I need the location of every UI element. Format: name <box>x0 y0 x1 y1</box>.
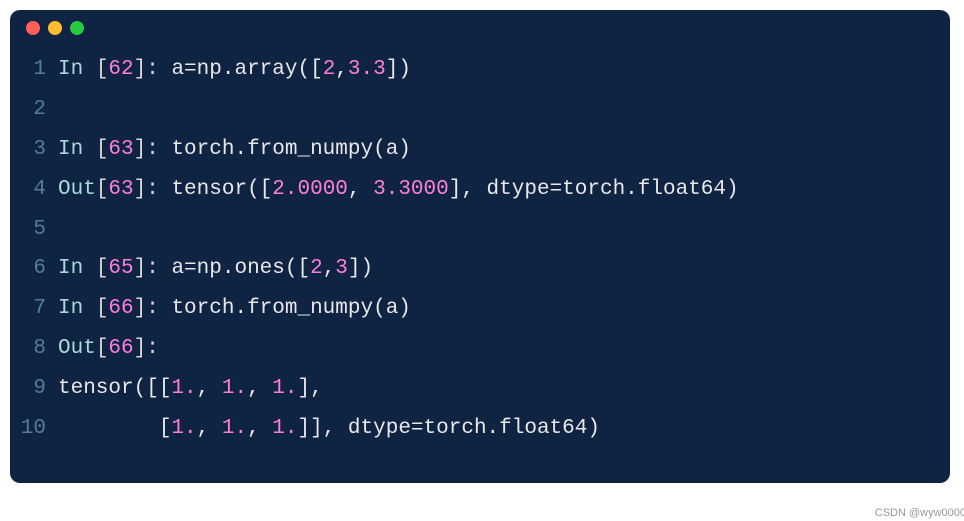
code-content: In [66]: torch.from_numpy(a) <box>58 289 930 329</box>
code-content: In [65]: a=np.ones([2,3]) <box>58 249 930 289</box>
code-line: 10 [1., 1., 1.]], dtype=torch.float64) <box>10 409 930 449</box>
line-number: 8 <box>10 329 58 369</box>
token: 2.0000 <box>272 178 348 201</box>
token: [ <box>96 178 109 201</box>
token: tensor([ <box>171 178 272 201</box>
token: [ <box>96 138 109 161</box>
token: tensor([[ <box>58 377 171 400</box>
close-icon[interactable] <box>26 21 40 35</box>
token: ], <box>298 377 323 400</box>
token: ]: <box>134 178 172 201</box>
code-content <box>58 90 930 130</box>
token: [ <box>96 257 109 280</box>
token: 3.3 <box>348 58 386 81</box>
token: ]: <box>134 58 172 81</box>
token: In <box>58 58 96 81</box>
line-number: 7 <box>10 289 58 329</box>
token: 1. <box>272 377 297 400</box>
line-number: 4 <box>10 170 58 210</box>
code-line: 5 <box>10 210 930 250</box>
watermark: CSDN @wyw0000 <box>875 507 964 519</box>
token: 1. <box>171 377 196 400</box>
token: ]) <box>348 257 373 280</box>
token: In <box>58 297 96 320</box>
token: 3 <box>335 257 348 280</box>
line-number: 10 <box>10 409 58 449</box>
token: , <box>247 377 272 400</box>
token: 66 <box>108 297 133 320</box>
minimize-icon[interactable] <box>48 21 62 35</box>
token: 1. <box>171 417 196 440</box>
token: 3.3000 <box>373 178 449 201</box>
token: ]], dtype=torch.float64) <box>298 417 600 440</box>
code-line: 7In [66]: torch.from_numpy(a) <box>10 289 930 329</box>
token: torch.from_numpy(a) <box>171 138 410 161</box>
code-line: 3In [63]: torch.from_numpy(a) <box>10 130 930 170</box>
line-number: 3 <box>10 130 58 170</box>
code-line: 2 <box>10 90 930 130</box>
token: 65 <box>108 257 133 280</box>
token: 66 <box>108 337 133 360</box>
token: , <box>247 417 272 440</box>
token: In <box>58 138 96 161</box>
token: , <box>323 257 336 280</box>
token: 1. <box>272 417 297 440</box>
code-line: 1In [62]: a=np.array([2,3.3]) <box>10 50 930 90</box>
token: , <box>197 417 222 440</box>
line-number: 1 <box>10 50 58 90</box>
token: Out <box>58 337 96 360</box>
terminal-window: 1In [62]: a=np.array([2,3.3])23In [63]: … <box>10 10 950 483</box>
line-number: 2 <box>10 90 58 130</box>
token: ]: <box>134 138 172 161</box>
token: , <box>335 58 348 81</box>
token: [ <box>96 297 109 320</box>
line-number: 5 <box>10 210 58 250</box>
token: Out <box>58 178 96 201</box>
line-number: 6 <box>10 249 58 289</box>
token: In <box>58 257 96 280</box>
screenshot-wrapper: 1In [62]: a=np.array([2,3.3])23In [63]: … <box>10 10 964 521</box>
token: [ <box>58 417 171 440</box>
maximize-icon[interactable] <box>70 21 84 35</box>
token: 63 <box>108 178 133 201</box>
token: [ <box>96 337 109 360</box>
code-line: 6In [65]: a=np.ones([2,3]) <box>10 249 930 289</box>
token: ]: <box>134 297 172 320</box>
code-area: 1In [62]: a=np.array([2,3.3])23In [63]: … <box>10 46 950 459</box>
token: [ <box>96 58 109 81</box>
code-line: 9tensor([[1., 1., 1.], <box>10 369 930 409</box>
token: ]) <box>386 58 411 81</box>
title-bar <box>10 10 950 46</box>
token: 62 <box>108 58 133 81</box>
code-content: tensor([[1., 1., 1.], <box>58 369 930 409</box>
code-content: Out[66]: <box>58 329 930 369</box>
code-line: 8Out[66]: <box>10 329 930 369</box>
line-number: 9 <box>10 369 58 409</box>
token: , <box>197 377 222 400</box>
code-line: 4Out[63]: tensor([2.0000, 3.3000], dtype… <box>10 170 930 210</box>
token: 63 <box>108 138 133 161</box>
token: ]: <box>134 257 172 280</box>
code-content: [1., 1., 1.]], dtype=torch.float64) <box>58 409 930 449</box>
token: a=np.array([ <box>171 58 322 81</box>
code-content: In [63]: torch.from_numpy(a) <box>58 130 930 170</box>
token: 1. <box>222 377 247 400</box>
token: 2 <box>323 58 336 81</box>
token: , <box>348 178 373 201</box>
code-content: Out[63]: tensor([2.0000, 3.3000], dtype=… <box>58 170 930 210</box>
code-content <box>58 210 930 250</box>
token: ]: <box>134 337 159 360</box>
token: ], dtype=torch.float64) <box>449 178 739 201</box>
token: 1. <box>222 417 247 440</box>
token: torch.from_numpy(a) <box>171 297 410 320</box>
token: a=np.ones([ <box>171 257 310 280</box>
token: 2 <box>310 257 323 280</box>
code-content: In [62]: a=np.array([2,3.3]) <box>58 50 930 90</box>
